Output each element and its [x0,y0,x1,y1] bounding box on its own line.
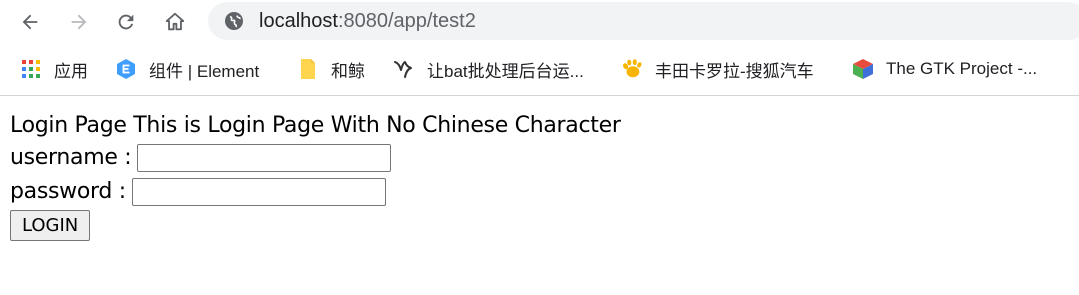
password-row: password : [10,177,386,207]
url-path: :8080/app/test2 [337,10,476,32]
reload-icon [118,14,134,30]
address-bar[interactable]: localhost:8080/app/test2 [208,2,1079,40]
bookmark-label: 和鲸 [331,61,365,81]
reload-button[interactable] [111,7,141,37]
password-input[interactable] [131,178,386,206]
back-arrow-icon [22,14,38,30]
bat-site-icon [393,58,415,80]
bookmark-apps[interactable]: 应用 [20,57,88,81]
bookmark-gtk[interactable]: The GTK Project -... [852,57,1037,81]
page-title: Login Page This is Login Page With No Ch… [10,113,621,138]
username-row: username : [10,143,392,173]
home-icon [165,12,185,31]
bookmark-label: 应用 [54,61,88,81]
back-button[interactable] [15,7,45,37]
element-logo-icon [115,58,137,80]
username-label: username : [10,145,132,170]
bookmark-element[interactable]: 组件 | Element [115,57,259,81]
password-label: password : [10,179,126,204]
paw-icon [621,58,643,80]
gtk-cube-icon [852,58,874,80]
bookmark-toyota[interactable]: 丰田卡罗拉-搜狐汽车 [621,57,814,81]
bookmark-bat[interactable]: 让bat批处理后台运... [393,57,584,81]
username-input[interactable] [137,144,392,172]
bookmark-label: 让bat批处理后台运... [427,61,584,81]
url-host: localhost [259,10,338,32]
bookmarks-bar: 应用 组件 | Element 和鲸 让bat批处理后台运... 丰田卡罗拉-搜… [0,44,1079,96]
forward-button[interactable] [64,7,94,37]
browser-toolbar: localhost:8080/app/test2 [0,0,1079,44]
bookmark-label: 丰田卡罗拉-搜狐汽车 [655,61,814,81]
bookmark-hejing[interactable]: 和鲸 [297,57,365,81]
forward-arrow-icon [71,14,87,30]
folder-icon [297,58,319,80]
bookmark-label: The GTK Project -... [886,59,1038,78]
login-button[interactable]: LOGIN [10,210,91,241]
apps-grid-icon [20,58,42,80]
globe-icon[interactable] [224,11,244,31]
url-text[interactable]: localhost:8080/app/test2 [259,10,476,32]
bookmark-label: 组件 | Element [149,61,260,81]
home-button[interactable] [160,7,190,37]
